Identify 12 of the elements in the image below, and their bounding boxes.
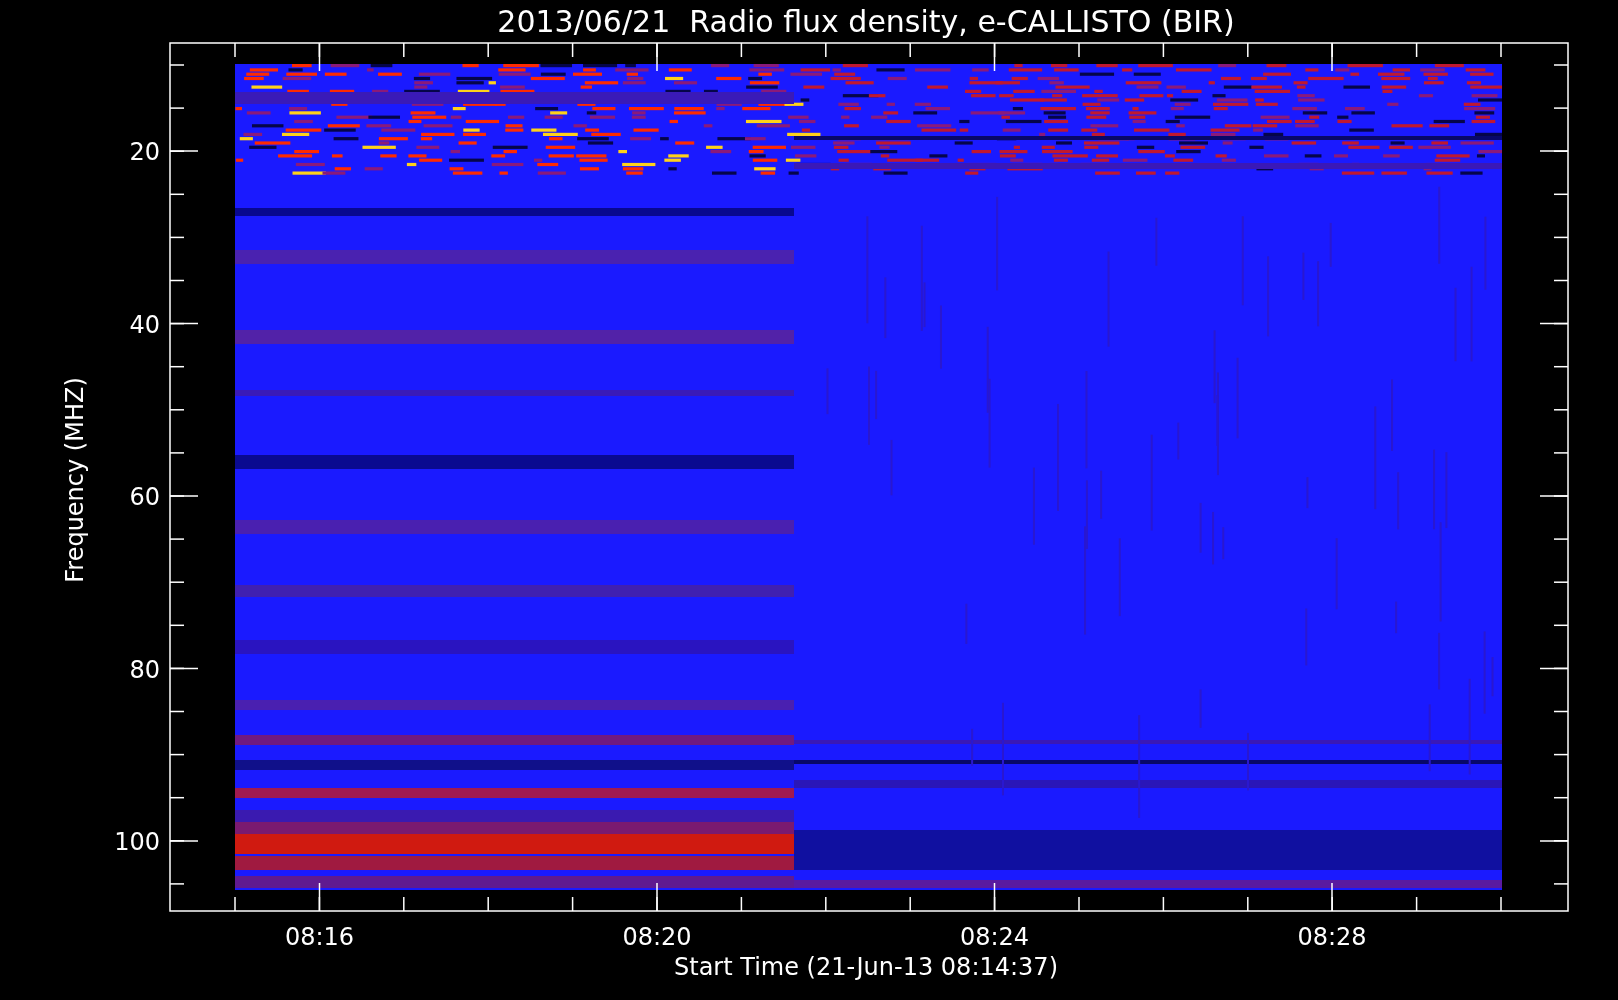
x-tick-label: 08:24 <box>959 923 1030 951</box>
x-tick-label: 08:20 <box>622 923 692 951</box>
plot-title: 2013/06/21 Radio flux density, e-CALLISTO (BIR) <box>497 4 1235 39</box>
x-tick-label: 08:28 <box>1297 923 1367 951</box>
y-tick-label: 100 <box>114 828 160 856</box>
x-axis-label: Start Time (21-Jun-13 08:14:37) <box>674 953 1058 981</box>
y-tick-label: 60 <box>129 483 160 511</box>
y-tick-label: 80 <box>129 655 160 684</box>
y-axis-label: Frequency (MHZ) <box>61 377 89 583</box>
y-tick-label: 20 <box>129 138 160 166</box>
x-tick-label: 08:16 <box>284 923 355 951</box>
y-tick-label: 40 <box>129 310 160 339</box>
